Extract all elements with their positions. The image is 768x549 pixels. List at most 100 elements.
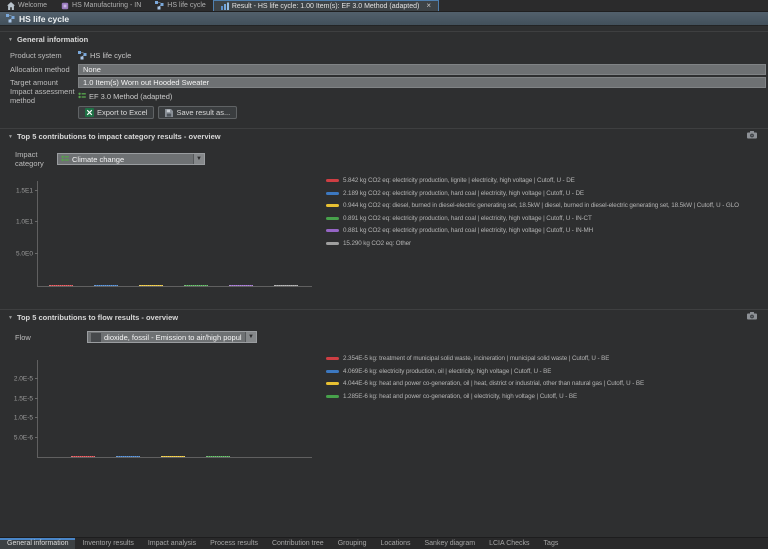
page-tab-tags[interactable]: Tags: [537, 538, 566, 549]
product-system-icon: [6, 14, 15, 23]
editor-tab-welcome[interactable]: Welcome: [0, 0, 54, 11]
bar-slot: [263, 285, 308, 286]
flow-icon: [91, 333, 101, 342]
legend-item: 5.842 kg CO2 eq: electricity production,…: [326, 177, 739, 184]
allocation-method-label: Allocation method: [10, 65, 78, 74]
bar-heat-and-power-co-generation-o: [206, 456, 230, 457]
bar-electricity-production-hard-co: [184, 285, 208, 286]
tab-label: Result - HS life cycle: 1.00 Item(s): EF…: [232, 3, 420, 10]
section-title: General information: [17, 35, 88, 44]
result-icon: [221, 2, 229, 10]
bar-slot: [218, 285, 263, 286]
tab-label: HS Manufacturing - IN: [72, 2, 141, 9]
export-to-excel-button[interactable]: Export to Excel: [78, 106, 154, 119]
flow-select[interactable]: dioxide, fossil - Emission to air/high p…: [87, 331, 257, 343]
legend-label: 2.354E-5 kg: treatment of municipal soli…: [343, 355, 609, 362]
bar-slot: [83, 285, 128, 286]
section-title: Top 5 contributions to impact category r…: [17, 132, 221, 141]
legend-item: 0.881 kg CO2 eq: electricity production,…: [326, 227, 739, 234]
impact-method-link[interactable]: EF 3.0 Method (adapted): [89, 92, 172, 101]
product-system-icon: [78, 51, 87, 60]
y-tick-mark: [35, 398, 38, 399]
bar-electricity-production-lignite: [49, 285, 73, 286]
page-tab-process-results[interactable]: Process results: [203, 538, 265, 549]
legend-swatch: [326, 357, 339, 360]
y-tick-mark: [35, 437, 38, 438]
flow-select-label: Flow: [15, 333, 87, 342]
openlca-window: WelcomeHS Manufacturing - INHS life cycl…: [0, 0, 768, 549]
y-tick-mark: [35, 221, 38, 222]
impact-category-select[interactable]: Climate change ▼: [57, 153, 205, 165]
result-actions: Export to Excel Save result as...: [0, 103, 768, 123]
excel-icon: [85, 108, 94, 117]
page-tab-lcia-checks[interactable]: LCIA Checks: [482, 538, 536, 549]
allocation-method-field[interactable]: None: [78, 64, 766, 75]
editor-tab-hs-life-cycle[interactable]: HS life cycle: [148, 0, 213, 11]
bar-electricity-production-oil-ele: [116, 456, 140, 457]
y-tick-label: 1.5E-5: [14, 395, 33, 402]
impact-chart-legend: 5.842 kg CO2 eq: electricity production,…: [326, 168, 739, 287]
legend-swatch: [326, 204, 339, 207]
editor-title-bar: HS life cycle: [0, 12, 768, 26]
bar-heat-and-power-co-generation-o: [161, 456, 185, 457]
target-amount-label: Target amount: [10, 78, 78, 87]
impact-contributions-chart: 1.5E11.0E15.0E0 5.842 kg CO2 eq: electri…: [37, 168, 768, 287]
section-general-information: ▼ General information: [0, 31, 768, 46]
product-system-link[interactable]: HS life cycle: [90, 51, 131, 60]
process-icon: [61, 2, 69, 10]
legend-item: 4.069E-6 kg: electricity production, oil…: [326, 368, 644, 375]
page-tab-impact-analysis[interactable]: Impact analysis: [141, 538, 203, 549]
page-title: HS life cycle: [19, 14, 69, 24]
impact-method-icon: [78, 92, 86, 100]
collapse-triangle-icon[interactable]: ▼: [8, 315, 13, 321]
legend-swatch: [326, 382, 339, 385]
editor-tab-hs-manufacturing-in[interactable]: HS Manufacturing - IN: [54, 0, 148, 11]
editor-tab-bar: Welcome HS Manufacturing - IN HS life cycl…: [0, 0, 768, 12]
tab-label: HS life cycle: [167, 2, 206, 9]
product-system-label: Product system: [10, 51, 78, 60]
chevron-down-icon[interactable]: ▼: [193, 154, 204, 164]
bar-slot: [196, 456, 241, 457]
close-icon[interactable]: ×: [426, 2, 431, 10]
legend-item: 0.891 kg CO2 eq: electricity production,…: [326, 215, 739, 222]
form-row-impact-method: Impact assessment method EF 3.0 Method (…: [0, 90, 768, 104]
collapse-triangle-icon[interactable]: ▼: [8, 134, 13, 140]
bar-treatment-of-municipal-solid-w: [71, 456, 95, 457]
y-tick-mark: [35, 378, 38, 379]
form-row-product-system: Product system HS life cycle: [0, 49, 768, 63]
save-image-camera-icon[interactable]: [747, 131, 757, 139]
bar-slot: [106, 456, 151, 457]
legend-label: 4.044E-6 kg: heat and power co-generatio…: [343, 380, 644, 387]
legend-swatch: [326, 229, 339, 232]
bar-slot: [151, 456, 196, 457]
target-amount-field[interactable]: 1.0 Item(s) Worn out Hooded Sweater: [78, 77, 766, 88]
save-icon: [165, 109, 173, 117]
y-tick-label: 5.0E-6: [14, 434, 33, 441]
page-tab-contribution-tree[interactable]: Contribution tree: [265, 538, 331, 549]
legend-label: 2.189 kg CO2 eq: electricity production,…: [343, 190, 584, 197]
save-result-button[interactable]: Save result as...: [158, 106, 237, 119]
y-tick-label: 1.0E-5: [14, 415, 33, 422]
section-title: Top 5 contributions to flow results - ov…: [17, 313, 178, 322]
page-tab-locations[interactable]: Locations: [374, 538, 418, 549]
legend-label: 0.891 kg CO2 eq: electricity production,…: [343, 215, 592, 222]
page-tab-general-information[interactable]: General information: [0, 538, 75, 549]
page-tab-grouping[interactable]: Grouping: [331, 538, 374, 549]
legend-label: 5.842 kg CO2 eq: electricity production,…: [343, 177, 575, 184]
collapse-triangle-icon[interactable]: ▼: [8, 37, 13, 43]
bar-diesel-burned-in-diesel-electr: [139, 285, 163, 286]
editor-tab-result-hs-life-cycle-1-00-item[interactable]: Result - HS life cycle: 1.00 Item(s): EF…: [213, 0, 439, 11]
legend-swatch: [326, 217, 339, 220]
flow-contributions-chart: 2.0E-51.5E-51.0E-55.0E-6 2.354E-5 kg: tr…: [37, 343, 768, 458]
bar-other: [274, 285, 298, 286]
legend-item: 2.189 kg CO2 eq: electricity production,…: [326, 190, 739, 197]
page-tab-inventory-results[interactable]: Inventory results: [75, 538, 140, 549]
save-image-camera-icon[interactable]: [747, 312, 757, 320]
chevron-down-icon[interactable]: ▼: [245, 332, 256, 342]
legend-swatch: [326, 179, 339, 182]
bar-electricity-production-hard-co: [229, 285, 253, 286]
impact-category-row: Impact category Climate change ▼: [0, 150, 768, 168]
page-tab-sankey-diagram[interactable]: Sankey diagram: [417, 538, 482, 549]
home-icon: [7, 2, 15, 10]
legend-label: 15.290 kg CO2 eq: Other: [343, 240, 411, 247]
